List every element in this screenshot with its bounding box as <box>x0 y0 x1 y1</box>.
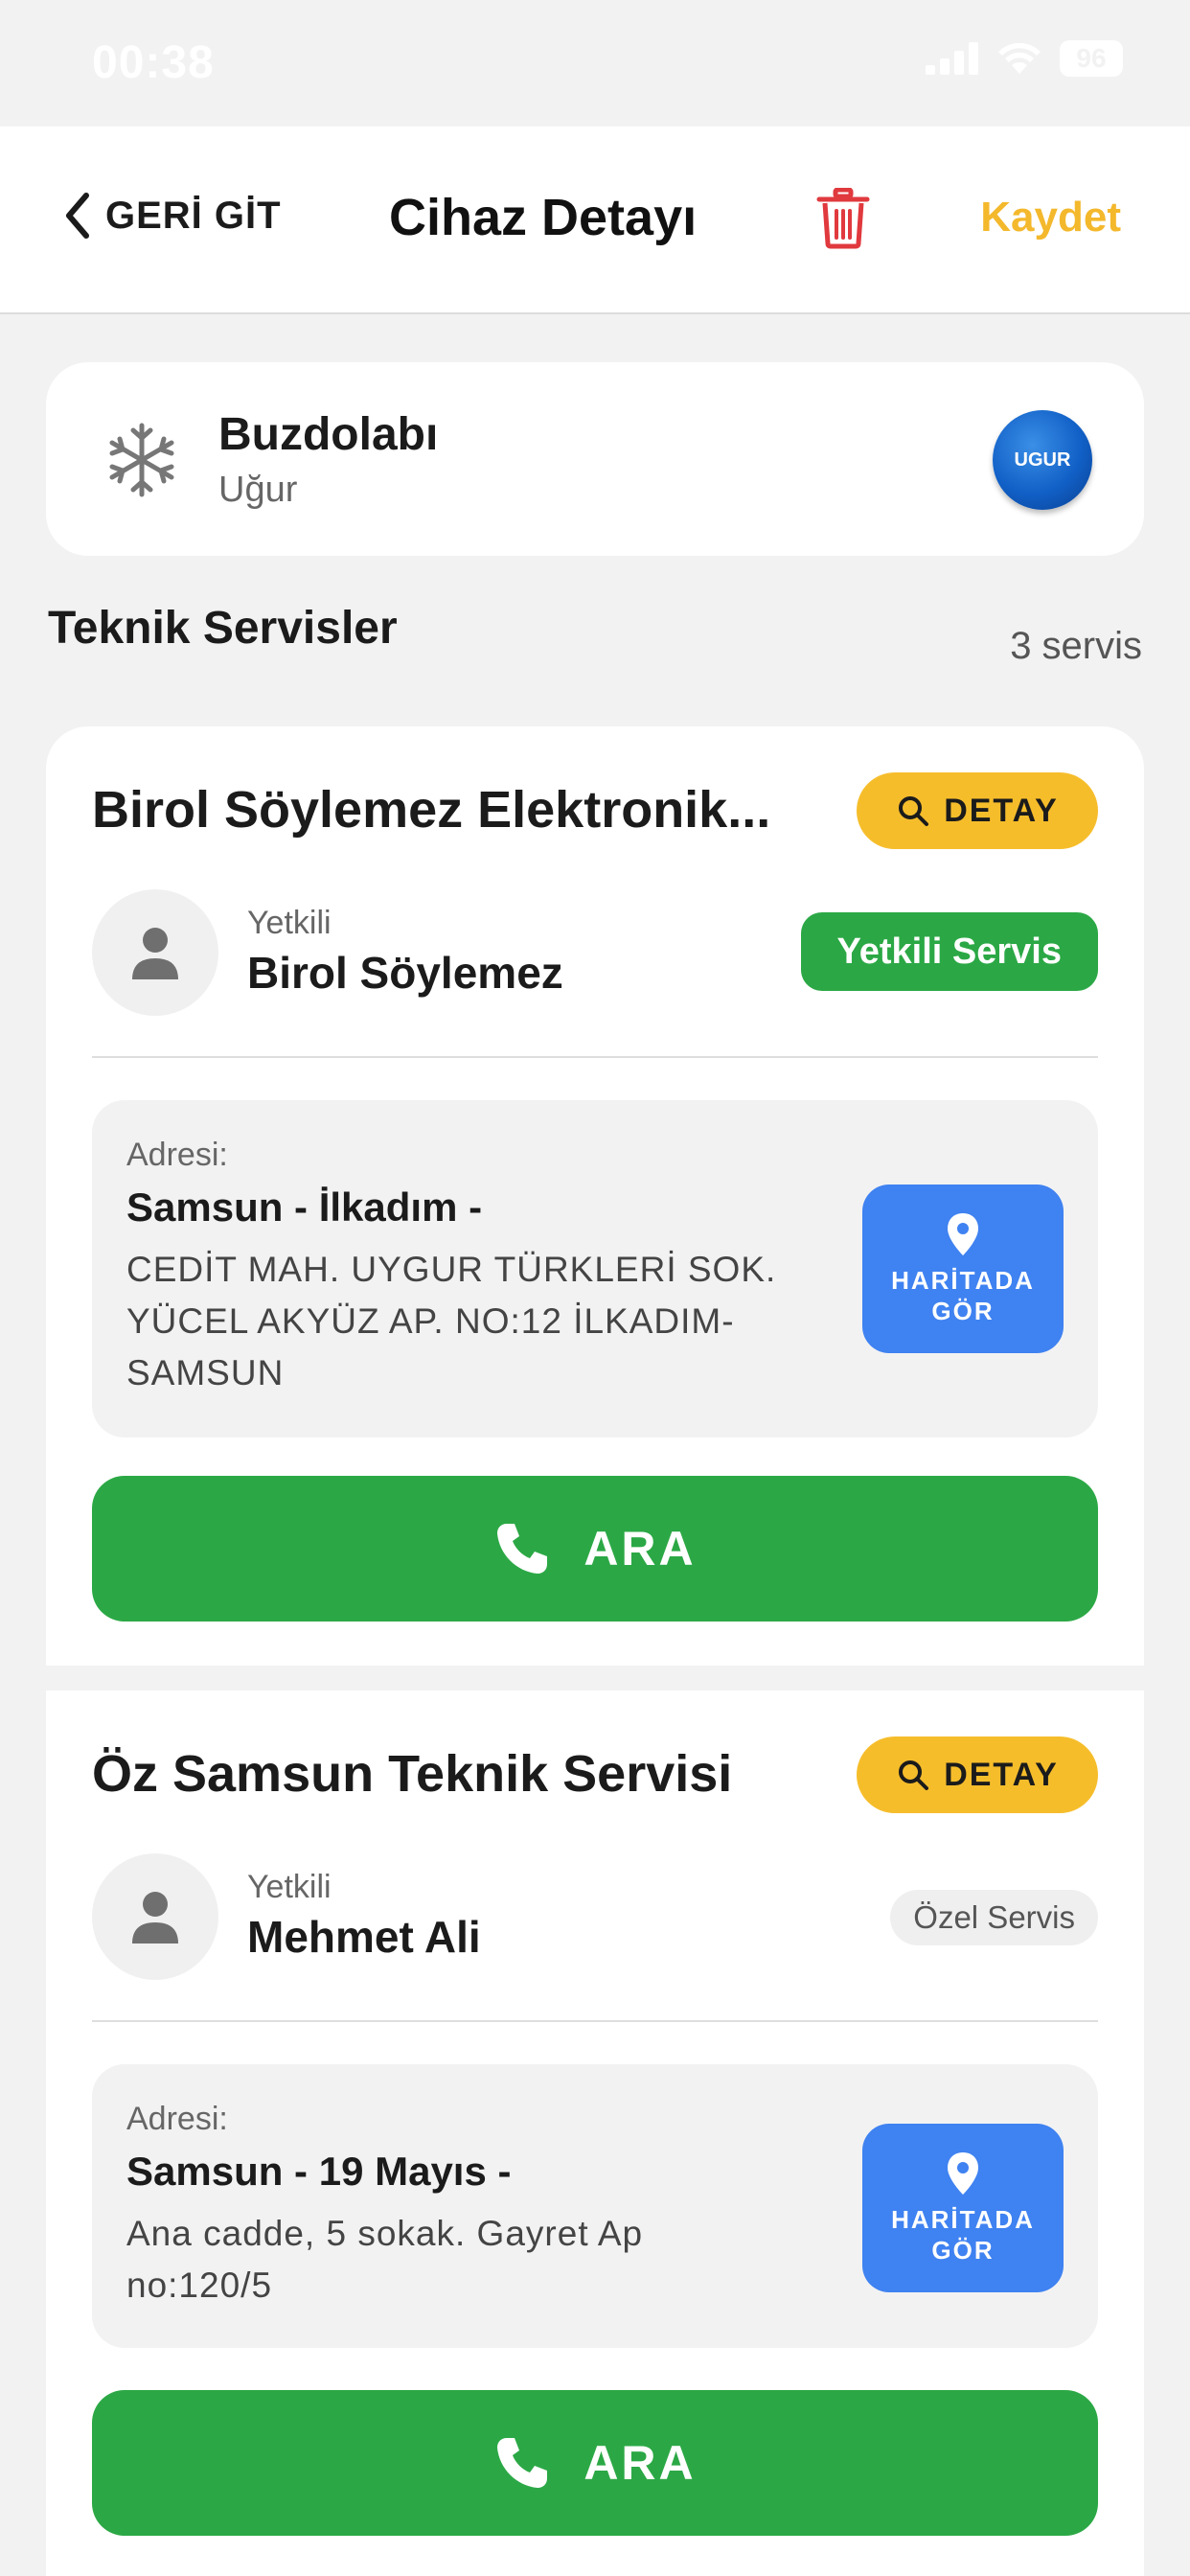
role-label: Yetkili <box>247 905 332 941</box>
call-label: ARA <box>584 1522 697 1576</box>
back-label: GERİ GİT <box>105 194 282 237</box>
brand-logo: UGUR <box>993 410 1092 510</box>
divider <box>92 2020 1098 2022</box>
map-label-line2: GÖR <box>931 1297 995 1325</box>
address-text: CEDİT MAH. UYGUR TÜRKLERİ SOK. YÜCEL AKY… <box>126 1250 777 1392</box>
address-label: Adresi: <box>126 1137 228 1173</box>
person-name: Birol Söylemez <box>247 948 563 998</box>
map-label-line2: GÖR <box>931 2236 995 2265</box>
map-pin-icon <box>948 2152 978 2195</box>
signal-icon <box>926 42 978 75</box>
call-label: ARA <box>584 2436 697 2490</box>
person-icon <box>132 928 178 979</box>
person-name: Mehmet Ali <box>247 1912 481 1962</box>
detail-label: DETAY <box>944 1756 1059 1793</box>
service-name: Öz Samsun Teknik Servisi <box>92 1745 733 1803</box>
status-badge: Özel Servis <box>890 1890 1098 1945</box>
address-city: Samsun - 19 Mayıs - <box>126 2149 512 2194</box>
detail-label: DETAY <box>944 792 1059 829</box>
delete-button[interactable] <box>816 187 870 254</box>
map-label-line1: HARİTADA <box>891 1266 1035 1295</box>
search-icon <box>899 1760 929 1790</box>
status-badge: Yetkili Servis <box>800 912 1098 991</box>
service-card: Öz Samsun Teknik Servisi DETAY Yetkili M… <box>46 1690 1144 2576</box>
battery-icon: 96 <box>1060 40 1123 77</box>
address-text: Ana cadde, 5 sokak. Gayret Ap no:120/5 <box>126 2214 644 2305</box>
phone-icon <box>497 1524 548 1574</box>
detail-button[interactable]: DETAY <box>857 772 1098 849</box>
device-brand: Uğur <box>218 470 298 510</box>
service-count: 3 servis <box>1010 625 1142 667</box>
map-label-line1: HARİTADA <box>891 2205 1035 2234</box>
save-button[interactable]: Kaydet <box>980 194 1121 242</box>
device-card: Buzdolabı Uğur UGUR <box>46 362 1144 556</box>
status-bar: 00:38 96 <box>0 0 1190 126</box>
map-button[interactable]: HARİTADA GÖR <box>862 2124 1064 2292</box>
call-button[interactable]: ARA <box>92 2390 1098 2536</box>
service-card: Birol Söylemez Elektronik... DETAY Yetki… <box>46 726 1144 1666</box>
avatar <box>92 889 218 1016</box>
chevron-left-icon <box>66 193 89 239</box>
phone-icon <box>497 2438 548 2488</box>
map-label: HARİTADA GÖR <box>891 2204 1035 2266</box>
device-name: Buzdolabı <box>218 409 439 460</box>
snowflake-icon <box>103 422 180 503</box>
service-name: Birol Söylemez Elektronik... <box>92 781 771 839</box>
back-button[interactable]: GERİ GİT <box>63 192 282 240</box>
map-button[interactable]: HARİTADA GÖR <box>862 1184 1064 1353</box>
avatar <box>92 1853 218 1980</box>
section-title: Teknik Servisler <box>48 603 398 654</box>
page-title: Cihaz Detayı <box>389 189 698 246</box>
nav-header: GERİ GİT Cihaz Detayı Kaydet <box>0 126 1190 314</box>
address-box: Adresi: Samsun - İlkadım - CEDİT MAH. UY… <box>92 1100 1098 1438</box>
map-pin-icon <box>948 1213 978 1255</box>
role-label: Yetkili <box>247 1869 332 1905</box>
status-icons: 96 <box>926 40 1123 77</box>
call-button[interactable]: ARA <box>92 1476 1098 1622</box>
address-box: Adresi: Samsun - 19 Mayıs - Ana cadde, 5… <box>92 2064 1098 2348</box>
search-icon <box>899 796 929 826</box>
address-label: Adresi: <box>126 2101 228 2137</box>
status-time: 00:38 <box>92 37 215 88</box>
trash-icon <box>816 187 870 249</box>
detail-button[interactable]: DETAY <box>857 1736 1098 1813</box>
divider <box>92 1056 1098 1058</box>
person-icon <box>132 1892 178 1944</box>
address-city: Samsun - İlkadım - <box>126 1184 483 1230</box>
map-label: HARİTADA GÖR <box>891 1265 1035 1326</box>
wifi-icon <box>998 42 1041 74</box>
